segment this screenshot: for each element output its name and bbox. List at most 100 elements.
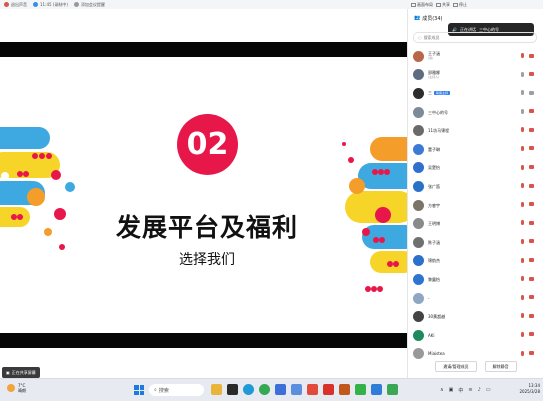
member-row[interactable]: 陈子涵 <box>408 233 543 252</box>
mic-muted-icon[interactable] <box>521 331 524 337</box>
mic-muted-icon[interactable] <box>521 127 524 133</box>
member-search-input[interactable] <box>423 35 524 40</box>
camera-off-icon[interactable] <box>529 351 534 355</box>
mic-muted-icon[interactable] <box>521 90 524 96</box>
app-icon[interactable] <box>371 384 382 395</box>
app-tray-icon[interactable]: ▣ <box>449 387 454 394</box>
meeting-app-icon[interactable] <box>387 384 398 395</box>
camera-off-icon[interactable] <box>529 202 534 207</box>
camera-off-icon[interactable] <box>529 72 534 77</box>
members-icon: 👥 <box>414 15 421 21</box>
member-row[interactable]: 吴楚怡 <box>408 159 543 178</box>
member-row[interactable]: 张广笛 <box>408 177 543 196</box>
edge-icon[interactable] <box>243 384 254 395</box>
member-row[interactable]: 11坊马锦程 <box>408 121 543 140</box>
camera-off-icon[interactable] <box>529 295 534 300</box>
mic-muted-icon[interactable] <box>521 201 524 207</box>
taskbar-search[interactable]: ⌕ 搜索 <box>149 384 204 396</box>
mic-muted-icon[interactable] <box>521 164 524 170</box>
meeting-reminder-button[interactable]: 添加会议提醒 <box>73 2 105 8</box>
member-name: 三中心的号 <box>428 109 448 115</box>
member-row[interactable]: 董子琳 <box>408 140 543 159</box>
start-button[interactable] <box>134 385 144 395</box>
mic-muted-icon[interactable] <box>521 108 524 114</box>
mic-muted-icon[interactable] <box>521 238 524 244</box>
member-row[interactable]: AKi <box>408 326 543 345</box>
camera-off-icon[interactable] <box>529 165 534 170</box>
clock[interactable]: 13:34 2025/3/28 <box>510 383 540 395</box>
camera-off-icon[interactable] <box>529 146 534 151</box>
member-row[interactable]: 邵雅娜 (主持人) <box>408 66 543 85</box>
member-row[interactable]: 三联席主持 <box>408 84 543 103</box>
member-role: (我) <box>428 56 434 61</box>
mic-muted-icon[interactable] <box>521 53 524 58</box>
camera-off-icon[interactable] <box>529 276 534 281</box>
member-name: 锦航杰 <box>428 258 440 264</box>
member-row[interactable]: 三中心的号 <box>408 103 543 122</box>
camera-off-icon[interactable] <box>529 239 534 244</box>
unmute-button[interactable]: 解除静音 <box>484 361 517 372</box>
camera-off-icon[interactable] <box>529 220 534 225</box>
share-button[interactable]: 共享 <box>436 2 450 8</box>
member-row[interactable]: 黎露怡 <box>408 270 543 289</box>
stop-button[interactable]: 停止 <box>453 2 467 8</box>
camera-off-icon[interactable] <box>529 53 534 58</box>
mic-muted-icon[interactable] <box>521 276 524 282</box>
files-app-icon[interactable] <box>211 384 222 395</box>
wifi-icon[interactable]: ≋ <box>468 387 472 394</box>
mic-muted-icon[interactable] <box>521 71 524 77</box>
member-row[interactable]: 王明博 <box>408 214 543 233</box>
mail-icon[interactable] <box>291 384 302 395</box>
app-icon[interactable] <box>307 384 318 395</box>
member-row[interactable]: - <box>408 289 543 308</box>
member-status-icons <box>521 90 534 96</box>
wps-icon[interactable] <box>323 384 334 395</box>
layout-button[interactable]: 画面布局 <box>411 2 433 8</box>
mic-muted-icon[interactable] <box>521 183 524 189</box>
search-icon: ⌕ <box>154 387 157 393</box>
member-search[interactable]: ○ <box>413 32 537 43</box>
member-row[interactable]: 锦航杰 <box>408 252 543 271</box>
taskbar-apps <box>211 384 398 395</box>
camera-off-icon[interactable] <box>529 90 534 95</box>
app-icon[interactable] <box>339 384 350 395</box>
letterbox-bottom <box>0 333 407 348</box>
camera-off-icon[interactable] <box>529 109 534 114</box>
member-row[interactable]: 方睿宇 <box>408 196 543 215</box>
mic-muted-icon[interactable] <box>521 257 524 263</box>
battery-icon[interactable]: ▭ <box>486 387 491 394</box>
member-row[interactable]: 30黄超越 <box>408 307 543 326</box>
member-name: 董子琳 <box>428 146 440 152</box>
member-status-icons <box>521 108 534 114</box>
camera-off-icon[interactable] <box>529 313 534 318</box>
chevron-up-icon[interactable]: ∧ <box>440 387 444 394</box>
weather-widget[interactable]: 7°C 晴朗 <box>7 383 26 393</box>
member-status-icons <box>521 71 534 77</box>
mic-muted-icon[interactable] <box>521 294 524 300</box>
camera-off-icon[interactable] <box>529 258 534 263</box>
camera-off-icon[interactable] <box>529 127 534 132</box>
camera-off-icon[interactable] <box>529 183 534 188</box>
chrome-icon[interactable] <box>259 384 270 395</box>
member-name: AKi <box>428 332 435 338</box>
wechat-icon[interactable] <box>355 384 366 395</box>
volume-icon[interactable]: ♪ <box>478 387 481 394</box>
screen-share-indicator[interactable]: ▣ 正在共享屏幕 <box>2 367 40 378</box>
input-method-icon[interactable]: 中 <box>458 387 463 394</box>
leave-audio-button[interactable]: 退出声音 <box>4 2 27 8</box>
invite-members-button[interactable]: 邀请/管理成员 <box>435 361 477 372</box>
member-name: 黎露怡 <box>428 276 440 282</box>
mic-muted-icon[interactable] <box>521 350 524 356</box>
avatar <box>413 143 424 155</box>
member-name: Miaistea <box>428 351 445 357</box>
mic-muted-icon[interactable] <box>521 220 524 226</box>
video-app-icon[interactable] <box>227 384 238 395</box>
recording-status[interactable]: 11:45 (录制中) <box>33 2 68 8</box>
camera-off-icon[interactable] <box>529 332 534 337</box>
mic-muted-icon[interactable] <box>521 145 524 151</box>
slide-subtitle: 选择我们 <box>179 252 235 268</box>
member-row[interactable]: 王子涵 (我) <box>408 47 543 66</box>
members-panel: 👥 成员(34) 🔊 正在讲话 三中心的号 ○ 王子涵(我)邵雅娜(主持人)三联… <box>407 9 543 378</box>
mic-muted-icon[interactable] <box>521 313 524 319</box>
store-icon[interactable] <box>275 384 286 395</box>
